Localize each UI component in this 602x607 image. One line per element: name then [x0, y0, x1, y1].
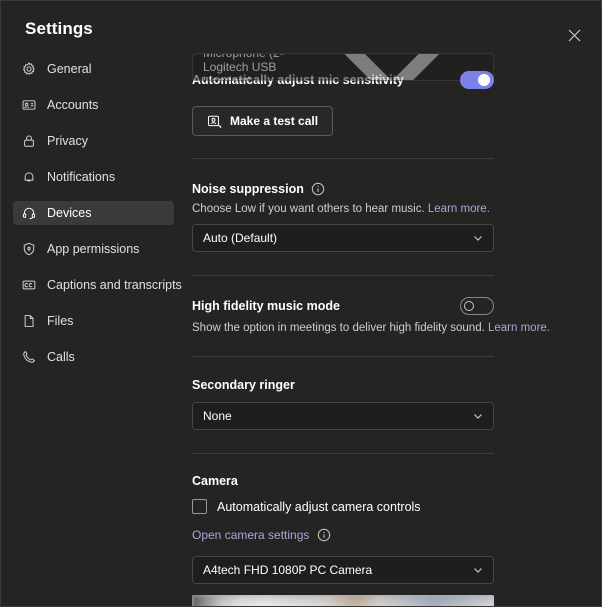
sidebar-item-captions-and-transcripts[interactable]: Captions and transcripts: [13, 273, 174, 297]
noise-suppression-description-text: Choose Low if you want others to hear mu…: [192, 203, 425, 215]
test-call-row: Make a test call: [192, 106, 602, 136]
secondary-ringer-section: Secondary ringer None: [192, 378, 602, 430]
settings-sidebar: Settings General: [1, 1, 186, 607]
high-fidelity-toggle[interactable]: [460, 297, 494, 315]
noise-suppression-select[interactable]: Auto (Default): [192, 224, 494, 252]
secondary-ringer-value: None: [203, 409, 232, 423]
noise-suppression-learn-more-link[interactable]: Learn more.: [428, 203, 490, 215]
microphone-device-select[interactable]: Microphone (2- Logitech USB Headset): [192, 53, 494, 81]
file-icon: [21, 313, 37, 329]
camera-preview-overlay: [192, 595, 494, 607]
bell-icon: [21, 169, 37, 185]
noise-suppression-description: Choose Low if you want others to hear mu…: [192, 203, 602, 215]
lock-icon: [21, 133, 37, 149]
sidebar-item-label: App permissions: [47, 237, 139, 261]
high-fidelity-description: Show the option in meetings to deliver h…: [192, 322, 602, 334]
auto-adjust-camera-controls-checkbox[interactable]: [192, 499, 207, 514]
toggle-knob: [464, 301, 474, 311]
chevron-down-icon: [472, 410, 484, 422]
sidebar-item-label: General: [47, 57, 91, 81]
id-card-icon: [21, 97, 37, 113]
sidebar-item-label: Captions and transcripts: [47, 273, 182, 297]
info-icon[interactable]: [311, 182, 325, 196]
divider-1: [192, 158, 494, 159]
info-icon[interactable]: [317, 528, 331, 542]
sidebar-item-notifications[interactable]: Notifications: [13, 165, 174, 189]
noise-suppression-label: Noise suppression: [192, 182, 304, 196]
test-call-icon: [207, 114, 222, 129]
open-camera-settings-row: Open camera settings: [192, 528, 602, 542]
high-fidelity-description-text: Show the option in meetings to deliver h…: [192, 322, 485, 334]
microphone-device-value: Microphone (2- Logitech USB Headset): [203, 53, 319, 81]
make-test-call-button[interactable]: Make a test call: [192, 106, 333, 136]
settings-nav-list: General Accounts: [1, 57, 186, 369]
settings-dialog: Settings General: [0, 0, 602, 607]
high-fidelity-learn-more-link[interactable]: Learn more.: [488, 322, 550, 334]
divider-4: [192, 453, 494, 454]
headset-icon: [21, 205, 37, 221]
high-fidelity-label: High fidelity music mode: [192, 299, 340, 313]
noise-suppression-section: Noise suppression Choose Low if you want…: [192, 182, 602, 252]
chevron-down-icon: [472, 564, 484, 576]
camera-section: Camera Automatically adjust camera contr…: [192, 474, 602, 607]
sidebar-item-label: Devices: [47, 201, 91, 225]
open-camera-settings-link[interactable]: Open camera settings: [192, 528, 309, 542]
auto-adjust-camera-controls-row[interactable]: Automatically adjust camera controls: [192, 499, 602, 514]
secondary-ringer-select[interactable]: None: [192, 402, 494, 430]
divider-2: [192, 275, 494, 276]
sidebar-item-privacy[interactable]: Privacy: [13, 129, 174, 153]
sidebar-item-label: Notifications: [47, 165, 115, 189]
camera-section-label: Camera: [192, 474, 602, 488]
chevron-down-icon: [472, 232, 484, 244]
camera-device-select[interactable]: A4tech FHD 1080P PC Camera: [192, 556, 494, 584]
sidebar-item-app-permissions[interactable]: App permissions: [13, 237, 174, 261]
sidebar-item-label: Accounts: [47, 93, 98, 117]
toggle-knob: [478, 74, 490, 86]
make-test-call-label: Make a test call: [230, 114, 318, 128]
sidebar-item-label: Privacy: [47, 129, 88, 153]
camera-device-value: A4tech FHD 1080P PC Camera: [203, 563, 372, 577]
sidebar-item-calls[interactable]: Calls: [13, 345, 174, 369]
auto-mic-sensitivity-toggle[interactable]: [460, 71, 494, 89]
cc-icon: [21, 277, 37, 293]
secondary-ringer-label: Secondary ringer: [192, 378, 602, 392]
sidebar-item-devices[interactable]: Devices: [13, 201, 174, 225]
page-title: Settings: [1, 19, 186, 57]
sidebar-item-label: Files: [47, 309, 73, 333]
noise-suppression-value: Auto (Default): [203, 231, 277, 245]
shield-icon: [21, 241, 37, 257]
divider-3: [192, 356, 494, 357]
gear-icon: [21, 61, 37, 77]
sidebar-item-label: Calls: [47, 345, 75, 369]
chevron-down-icon: [319, 53, 465, 81]
devices-settings-panel: Microphone (2- Logitech USB Headset) Aut…: [186, 1, 602, 607]
sidebar-item-accounts[interactable]: Accounts: [13, 93, 174, 117]
high-fidelity-section: High fidelity music mode Show the option…: [192, 297, 602, 334]
sidebar-item-files[interactable]: Files: [13, 309, 174, 333]
sidebar-item-general[interactable]: General: [13, 57, 174, 81]
camera-preview: [192, 595, 494, 607]
phone-icon: [21, 349, 37, 365]
auto-adjust-camera-controls-label: Automatically adjust camera controls: [217, 500, 421, 514]
